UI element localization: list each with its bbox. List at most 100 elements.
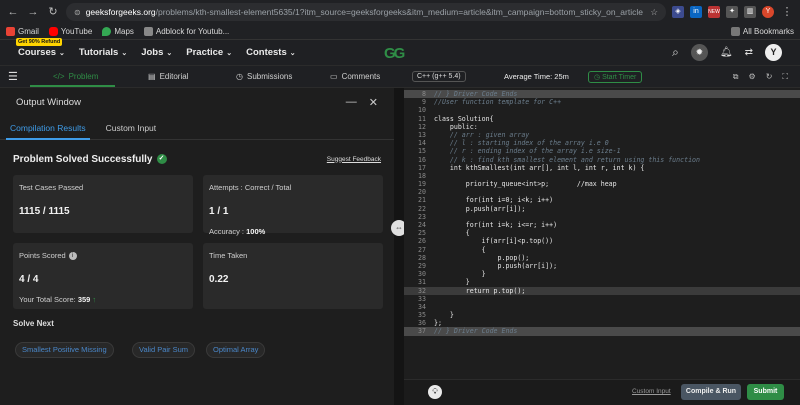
submit-button[interactable]: Submit (747, 384, 784, 400)
back-arrow-icon[interactable]: ← (6, 5, 20, 19)
code-line[interactable]: 36}; (404, 319, 800, 327)
suggestion-chip[interactable]: Optimal Array (206, 342, 266, 358)
tab-compilation-results[interactable]: Compilation Results (0, 123, 96, 133)
reload-icon[interactable]: ↻ (46, 5, 60, 19)
status-message: Problem Solved Successfully (13, 153, 153, 165)
code-line[interactable]: 23 (404, 213, 800, 221)
code-line[interactable]: 8 // } Driver Code Ends (404, 90, 800, 99)
code-line[interactable]: 15 // r : ending index of the array i.e … (404, 147, 800, 155)
code-line[interactable]: 14 // l : starting index of the array i.… (404, 139, 800, 147)
code-line[interactable]: 19 priority_queue<int>p; //max heap (404, 180, 800, 188)
code-line[interactable]: 37 // } Driver Code Ends (404, 327, 800, 336)
profile-avatar[interactable]: Y (762, 6, 774, 18)
fullscreen-icon[interactable]: ⛶ (782, 72, 788, 82)
settings-icon[interactable]: ⚙ (749, 72, 756, 82)
attempts-card: Attempts : Correct / Total 1 / 1 Accurac… (203, 175, 383, 236)
code-line[interactable]: 10 (404, 106, 800, 114)
code-line[interactable]: 24 for(int i=k; i<=r; i++) (404, 221, 800, 229)
theme-toggle-icon[interactable]: ✹ (690, 44, 708, 61)
code-line[interactable]: 32 return p.top(); (404, 286, 800, 295)
all-bookmarks[interactable]: All Bookmarks (730, 27, 794, 36)
bookmark-youtube[interactable]: YouTube (48, 27, 92, 36)
nav-jobs[interactable]: Jobs ⌄ (141, 47, 172, 58)
lightbulb-icon[interactable]: 💡︎ (428, 385, 442, 399)
code-line[interactable]: 13 // arr : given array (404, 131, 800, 139)
code-line[interactable]: 30 } (404, 270, 800, 278)
code-line[interactable]: 35 } (404, 311, 800, 319)
code-line[interactable]: 28 p.pop(); (404, 254, 800, 262)
code-line[interactable]: 16 // k : find kth smallest element and … (404, 156, 800, 164)
editor-header: C++ (g++ 5.4) Average Time: 25m ◷ Start … (398, 66, 800, 87)
code-line[interactable]: 27 { (404, 246, 800, 254)
code-line[interactable]: 26 if(arr[i]<p.top()) (404, 237, 800, 245)
code-line[interactable]: 29 p.push(arr[i]); (404, 262, 800, 270)
code-line[interactable]: 18 (404, 172, 800, 180)
suggestion-chip[interactable]: Valid Pair Sum (132, 342, 196, 358)
code-line[interactable]: 17 int kthSmallest(int arr[], int l, int… (404, 164, 800, 172)
bookmark-adblock[interactable]: Adblock for Youtub... (143, 27, 229, 36)
address-bar[interactable]: ⊜ geeksforgeeks.org/problems/kth-smalles… (66, 3, 666, 21)
extension-new-badge[interactable]: NEW (708, 6, 720, 18)
site-info-icon[interactable]: ⊜ (74, 8, 81, 17)
line-number: 20 (418, 188, 426, 197)
code-line[interactable]: 21 for(int i=0; i<k; i++) (404, 196, 800, 204)
nav-contests[interactable]: Contests ⌄ (246, 47, 296, 58)
copy-icon[interactable]: ⧉ (733, 72, 739, 82)
tab-submissions[interactable]: ◷ Submissions (236, 72, 292, 81)
custom-input-link[interactable]: Custom Input (632, 388, 671, 395)
editor-footer: 💡︎ Custom Input Compile & Run Submit (404, 379, 800, 405)
chevron-down-icon: ⌄ (121, 49, 128, 57)
code-editor[interactable]: 8 // } Driver Code Ends 9 //User function t… (404, 88, 800, 405)
bookmark-gmail[interactable]: Gmail (6, 27, 39, 36)
output-title: Output Window (16, 96, 81, 108)
hamburger-menu-icon[interactable]: ☰ (8, 70, 18, 83)
code-line[interactable]: 25 { (404, 229, 800, 237)
bell-icon[interactable]: 🔔︎ (720, 47, 733, 58)
code-text: }; (434, 319, 442, 328)
suggest-feedback-link[interactable]: Suggest Feedback (327, 156, 381, 163)
code-line[interactable]: 12 public: (404, 123, 800, 131)
user-avatar[interactable]: Y (765, 44, 782, 61)
code-line[interactable]: 20 (404, 188, 800, 196)
line-number: 23 (418, 212, 426, 221)
tab-editorial[interactable]: ▤ Editorial (148, 72, 188, 81)
attempts-value: 1 / 1 (209, 206, 229, 217)
linkedin-extension-icon[interactable]: in (690, 6, 702, 18)
code-line[interactable]: 34 (404, 303, 800, 311)
browser-menu-icon[interactable]: ⋮ (780, 5, 794, 19)
nav-tutorials[interactable]: Tutorials ⌄ (79, 47, 127, 58)
translate-icon[interactable]: ⇄ (745, 47, 753, 58)
code-area[interactable]: 8 // } Driver Code Ends 9 //User function t… (404, 88, 800, 378)
tab-custom-input[interactable]: Custom Input (96, 123, 167, 133)
code-line[interactable]: 22 p.push(arr[i]); (404, 205, 800, 213)
search-icon[interactable]: ⌕ (672, 45, 679, 60)
tab-problem[interactable]: </> Problem (53, 72, 98, 81)
shield-extension-icon[interactable]: ◈ (672, 6, 684, 18)
nav-practice[interactable]: Practice ⌄ (186, 47, 232, 58)
bookmark-star-icon[interactable]: ☆ (650, 7, 658, 18)
pane-divider[interactable]: ⇔ (391, 88, 407, 405)
bookmark-maps[interactable]: Maps (102, 27, 134, 36)
code-text: return p.top(); (434, 286, 526, 295)
sidebar-panel-icon[interactable]: ▥ (744, 6, 756, 18)
suggestion-chip[interactable]: Smallest Positive Missing (15, 342, 114, 358)
start-timer-button[interactable]: ◷ Start Timer (588, 70, 643, 83)
code-line[interactable]: 9 //User function template for C++ (404, 98, 800, 106)
forward-arrow-icon[interactable]: → (26, 5, 40, 19)
info-icon[interactable]: i (68, 251, 77, 260)
line-number: 31 (418, 278, 426, 287)
language-select[interactable]: C++ (g++ 5.4) (412, 71, 466, 82)
tab-comments[interactable]: ▭ Comments (330, 72, 380, 81)
code-line[interactable]: 33 (404, 295, 800, 303)
code-line[interactable]: 31 } (404, 278, 800, 286)
code-text: p.pop(); (434, 253, 530, 262)
puzzle-extensions-icon[interactable]: ✦ (726, 6, 738, 18)
close-icon[interactable]: ✕ (369, 96, 378, 109)
minimize-icon[interactable]: — (346, 96, 357, 109)
compile-run-button[interactable]: Compile & Run (681, 384, 741, 400)
gfg-logo[interactable]: GG (384, 45, 405, 62)
code-line[interactable]: 11 class Solution{ (404, 115, 800, 123)
line-number: 37 (418, 327, 426, 336)
reset-icon[interactable]: ↻ (766, 72, 773, 82)
nav-courses[interactable]: Get 90% Refund Courses ⌄ (16, 38, 65, 58)
